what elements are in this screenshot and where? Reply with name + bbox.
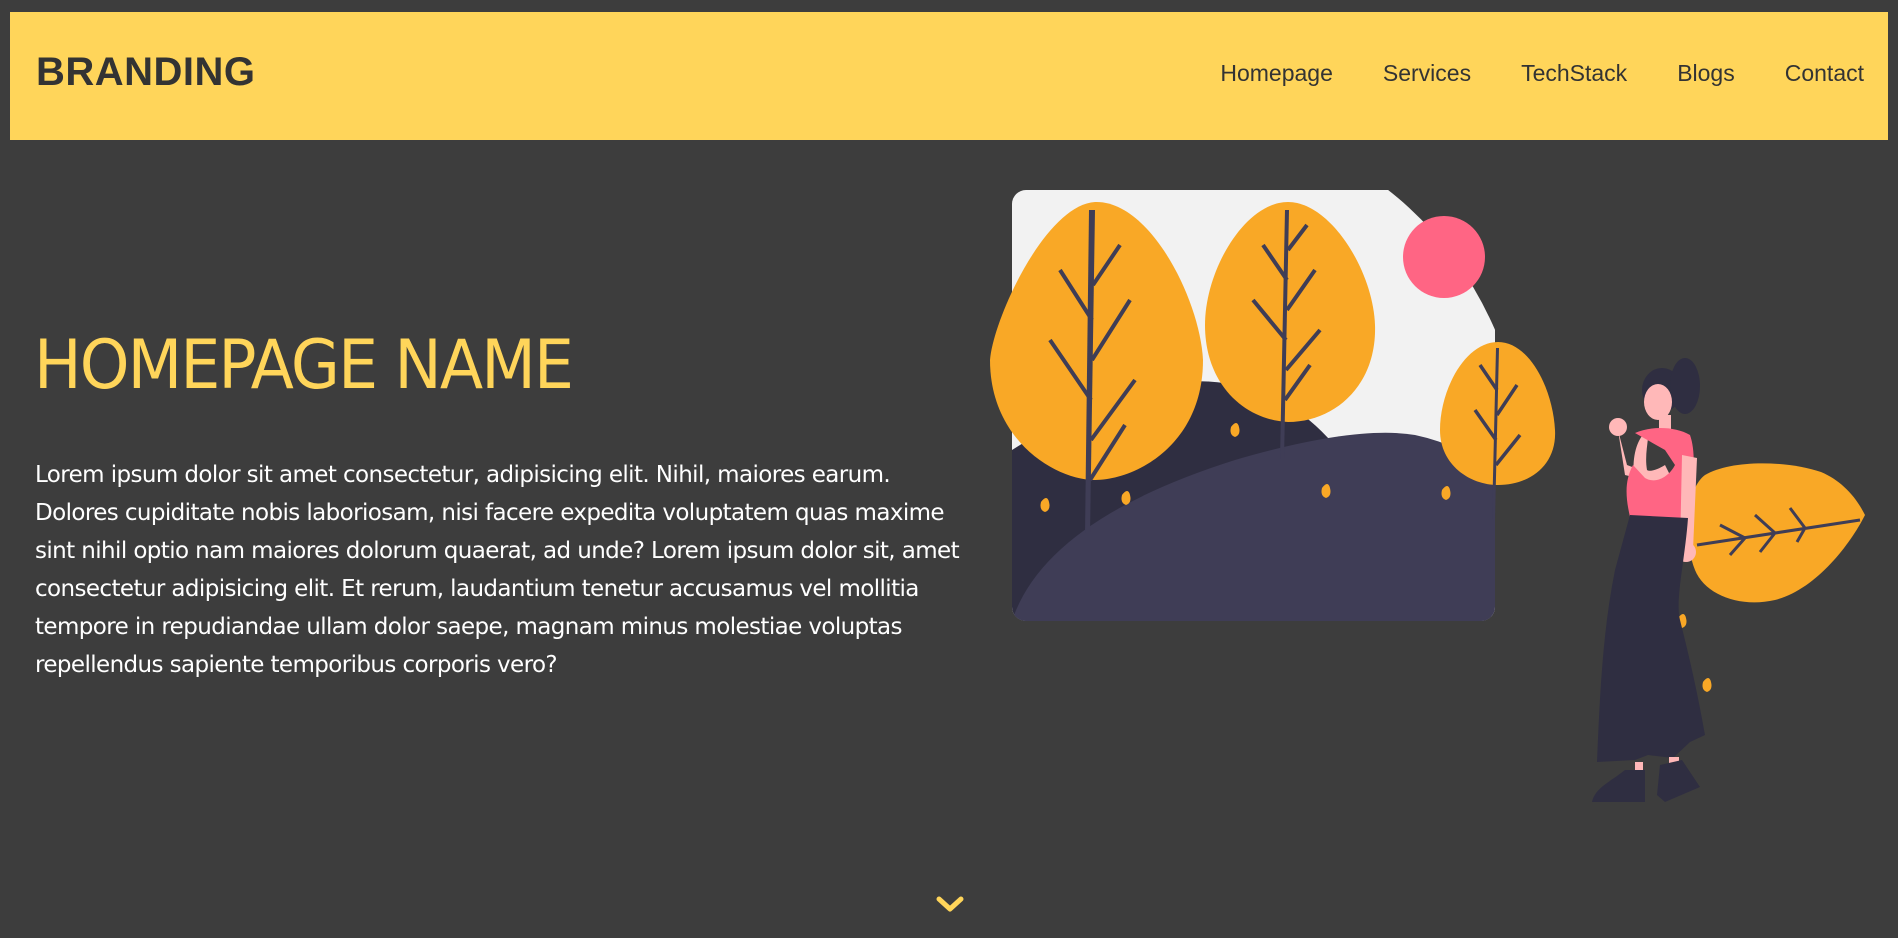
woman-figure xyxy=(1592,358,1705,802)
floating-leaf xyxy=(1687,463,1865,603)
scroll-down-button[interactable] xyxy=(935,893,965,915)
brand-logo[interactable]: BRANDING xyxy=(36,52,256,92)
navbar: BRANDING Homepage Services TechStack Blo… xyxy=(10,12,1888,140)
nav-link-services[interactable]: Services xyxy=(1383,62,1471,85)
sun xyxy=(1403,216,1485,298)
hero-illustration xyxy=(990,190,1865,802)
nav-link-contact[interactable]: Contact xyxy=(1785,62,1864,85)
hero-title: HOMEPAGE NAME xyxy=(34,326,574,405)
hero-description: Lorem ipsum dolor sit amet consectetur, … xyxy=(35,462,960,678)
nav-link-homepage[interactable]: Homepage xyxy=(1220,62,1333,85)
nav-menu: Homepage Services TechStack Blogs Contac… xyxy=(1220,62,1864,85)
nav-link-blogs[interactable]: Blogs xyxy=(1677,62,1735,85)
nav-link-techstack[interactable]: TechStack xyxy=(1521,62,1627,85)
chevron-down-icon xyxy=(936,896,964,912)
